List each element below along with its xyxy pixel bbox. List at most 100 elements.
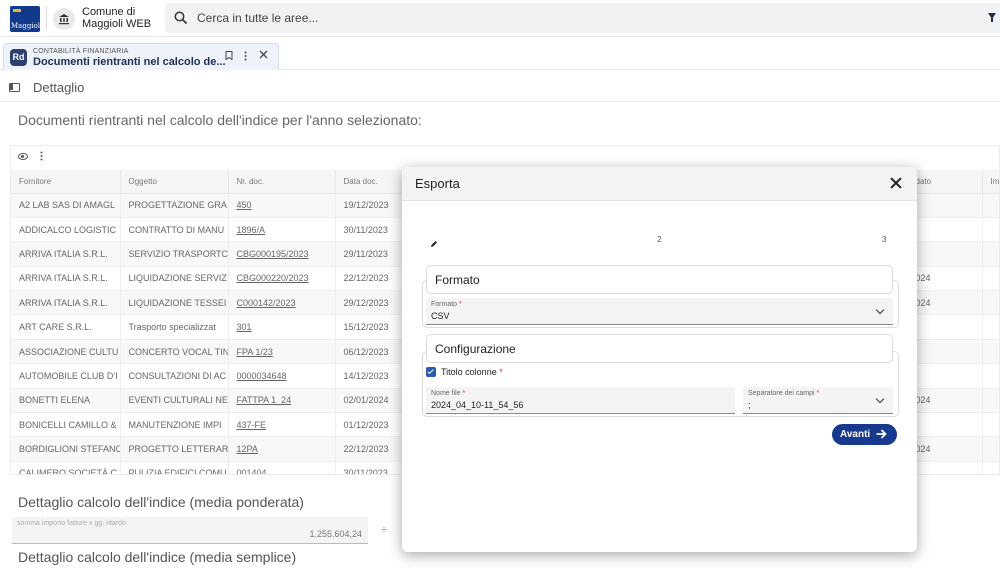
tab-title: Documenti rientranti nel calcolo de... (33, 56, 226, 68)
cell (982, 266, 999, 292)
column-header[interactable]: Im (982, 170, 999, 194)
fornitore-cell: ASSOCIAZIONE CULTU (11, 339, 121, 365)
media-ponderata-title: Dettaglio calcolo dell'indice (media pon… (18, 494, 304, 510)
fornitore-cell: CALIMERO SOCIETÀ C (11, 461, 121, 474)
configurazione-header: Configurazione (426, 334, 893, 363)
filter-icon[interactable] (988, 13, 996, 22)
column-header[interactable]: Nr. doc. (228, 170, 336, 194)
fornitore-cell: ADDICALCO LOGISTIC (11, 217, 121, 243)
fornitore-cell: BORDIGLIONI STEFANO (11, 436, 121, 462)
nr-doc-link[interactable]: FATTPA 1_24 (228, 388, 336, 414)
divide-symbol: ÷ (381, 524, 388, 536)
required-mark: * (459, 301, 462, 308)
oggetto-cell: EVENTI CULTURALI NE (120, 388, 229, 414)
oggetto-cell: Trasporto specializzat (120, 314, 229, 340)
comune-line2: Maggioli WEB (82, 18, 152, 30)
top-bar: Maggioli Comune di Maggioli WEB (0, 0, 1000, 37)
field-label: somma importo fatture x gg. ritardo (17, 520, 126, 527)
panel-toggle-icon[interactable] (9, 83, 20, 92)
fornitore-cell: BONETTI ELENA (11, 388, 121, 414)
column-header[interactable]: dato (907, 170, 983, 194)
nr-doc-link[interactable]: CBG000195/2023 (228, 241, 336, 267)
search-icon (174, 11, 188, 25)
page-title: Documenti rientranti nel calcolo dell'in… (18, 112, 422, 128)
eye-icon[interactable] (18, 153, 28, 160)
divider (46, 6, 47, 30)
formato-label: Formato * (431, 301, 462, 308)
column-header[interactable]: Oggetto (120, 170, 229, 194)
bank-icon[interactable] (53, 8, 75, 30)
column-header[interactable]: Fornitore (11, 170, 121, 194)
comune-name[interactable]: Comune di Maggioli WEB (82, 6, 151, 30)
date-cell: 024 (907, 266, 983, 292)
avanti-button[interactable]: Avanti (832, 424, 897, 445)
nome-file-value: 2024_04_10-11_54_56 (431, 400, 524, 410)
nr-doc-link[interactable]: 437-FE (228, 412, 336, 438)
cell (982, 290, 999, 316)
nr-doc-link[interactable]: C000142/2023 (228, 290, 336, 316)
more-vert-icon[interactable] (40, 151, 43, 164)
fornitore-cell: A2 LAB SAS DI AMAGL (11, 193, 121, 218)
cell (982, 193, 999, 218)
oggetto-cell: CONSULTAZIONI DI AC (120, 363, 229, 389)
oggetto-cell: PULIZIA EDIFICI COMU (120, 461, 229, 474)
required-mark: * (462, 390, 466, 397)
search-bar[interactable] (165, 3, 1000, 33)
formato-select[interactable]: Formato * CSV (426, 298, 893, 325)
maggioli-logo[interactable]: Maggioli (10, 6, 43, 32)
nr-doc-link[interactable]: FPA 1/23 (228, 339, 336, 365)
tab-documenti[interactable]: Rd CONTABILITÀ FINANZIARIA Documenti rie… (3, 43, 279, 70)
logo-text: Maggioli (11, 22, 43, 30)
divider (0, 101, 1000, 102)
nr-doc-link[interactable]: 1896/A (228, 217, 336, 243)
step-3[interactable]: 3 (882, 235, 886, 244)
tab-bar: Rd CONTABILITÀ FINANZIARIA Documenti rie… (0, 40, 1000, 70)
oggetto-cell: LIQUIDAZIONE SERVIZ (120, 266, 229, 292)
oggetto-cell: CONCERTO VOCAL TIN (120, 339, 229, 365)
separatore-select[interactable]: Separatore dei campi * ; (743, 387, 893, 414)
titolo-colonne-checkbox[interactable] (426, 367, 436, 377)
search-input[interactable] (197, 9, 897, 27)
nome-file-input[interactable]: Nome file * 2024_04_10-11_54_56 (426, 387, 735, 414)
nr-doc-link[interactable]: CBG000220/2023 (228, 266, 336, 292)
tab-category: CONTABILITÀ FINANZIARIA (33, 48, 129, 55)
cell (982, 217, 999, 243)
oggetto-cell: SERVIZIO TRASPORTC (120, 241, 229, 267)
fornitore-cell: ART CARE S.R.L. (11, 314, 121, 340)
titolo-colonne-label: Titolo colonne * (441, 367, 503, 377)
oggetto-cell: PROGETTAZIONE GRA (120, 193, 229, 218)
oggetto-cell: MANUTENZIONE IMPI (120, 412, 229, 438)
formato-value: CSV (431, 311, 450, 321)
cell (982, 363, 999, 389)
nr-doc-link[interactable]: 12PA (228, 436, 336, 462)
step-2[interactable]: 2 (657, 235, 661, 244)
fornitore-cell: AUTOMOBILE CLUB D'I (11, 363, 121, 389)
media-semplice-title: Dettaglio calcolo dell'indice (media sem… (18, 549, 297, 565)
nr-doc-link[interactable]: 450 (228, 193, 336, 218)
comune-line1: Comune di (82, 6, 136, 18)
dialog-title: Esporta (415, 176, 460, 191)
date-cell (907, 314, 983, 340)
edit-step-icon[interactable] (430, 235, 438, 247)
bookmark-icon[interactable] (225, 51, 233, 63)
chevron-down-icon (875, 394, 885, 404)
formato-label-text: Formato (431, 301, 458, 308)
nr-doc-link[interactable]: 0000034648 (228, 363, 336, 389)
somma-importo-field: somma importo fatture x gg. ritardo 1.25… (12, 517, 368, 544)
formato-header: Formato (426, 265, 893, 294)
separatore-label-text: Separatore dei campi (748, 390, 815, 397)
close-tab-icon[interactable] (259, 50, 268, 62)
more-vert-icon[interactable] (244, 51, 247, 64)
fornitore-cell: ARRIVA ITALIA S.R.L. (11, 241, 121, 267)
date-cell: 024 (907, 388, 983, 414)
fornitore-cell: ARRIVA ITALIA S.R.L. (11, 266, 121, 292)
date-cell (907, 217, 983, 243)
nr-doc-link[interactable]: 001404 (228, 461, 336, 474)
nr-doc-link[interactable]: 301 (228, 314, 336, 340)
fornitore-cell: BONICELLI CAMILLO & (11, 412, 121, 438)
cell (982, 388, 999, 414)
separatore-value: ; (748, 400, 751, 410)
module-badge: Rd (10, 49, 27, 66)
close-icon[interactable] (888, 175, 904, 191)
cell (982, 412, 999, 438)
